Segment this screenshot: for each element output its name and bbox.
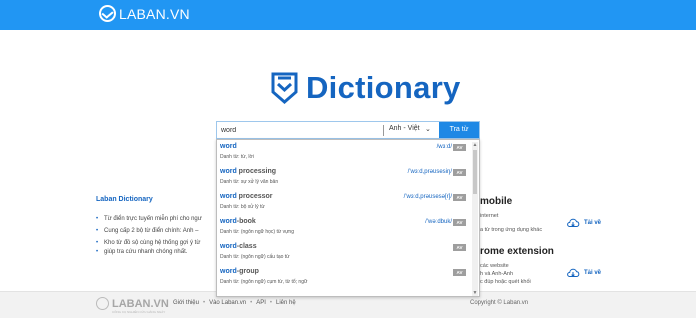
suggestion-word-match: word xyxy=(220,268,237,275)
suggestion-word-rest: -book xyxy=(236,218,256,225)
suggestion-item[interactable]: word processor Danh từ: bộ xử lý từ /'wɜːd… xyxy=(217,190,479,215)
copyright: Copyright © Laban.vn xyxy=(470,300,529,306)
suggestion-word: word xyxy=(220,143,237,150)
suggestion-word: word-group xyxy=(220,268,259,275)
suggestion-word-rest: processing xyxy=(236,168,277,175)
mobile-desc: internet xyxy=(480,213,499,219)
suggestion-phonetic: /'wɜːd,prəʊsesə[r]/ xyxy=(403,194,452,200)
chrome-desc-2: h và Anh-Anh xyxy=(480,271,514,277)
mobile-download-label: Tải về xyxy=(584,220,602,226)
cloud-download-icon xyxy=(567,218,580,227)
footer-logo-icon xyxy=(96,297,109,310)
divider xyxy=(383,125,384,136)
laban-logo[interactable]: LABAN.VN xyxy=(99,5,190,22)
mobile-desc-2: a từ trong ứng dụng khác xyxy=(480,227,543,233)
scroll-up-icon[interactable]: ▲ xyxy=(472,142,478,148)
top-bar: LABAN.VN xyxy=(0,0,696,30)
page-title: Dictionary xyxy=(306,70,461,105)
suggestion-meaning: Danh từ: bộ xử lý từ xyxy=(220,204,265,210)
scroll-thumb[interactable] xyxy=(473,150,477,194)
language-select[interactable]: Anh - Việt xyxy=(389,125,420,132)
suggestion-word-rest: -class xyxy=(236,243,257,250)
chevron-down-icon[interactable]: ⌄ xyxy=(425,125,431,133)
about-section: Laban Dictionary Từ điển trực tuyến miễn… xyxy=(96,196,226,260)
about-title: Laban Dictionary xyxy=(96,196,153,203)
footer-logo-text: LABAN.VN xyxy=(112,297,169,310)
suggestion-meaning: Danh từ: sự xử lý văn bản xyxy=(220,179,279,185)
about-bullet: Từ điển trực tuyến miễn phí cho ngư xyxy=(96,215,226,224)
suggestion-item[interactable]: word processing Danh từ: sự xử lý văn bản… xyxy=(217,165,479,190)
dictionary-badge: AV xyxy=(453,269,466,276)
suggestion-item[interactable]: word-group Danh từ: (ngôn ngữ) cụm từ, từ… xyxy=(217,265,479,290)
lookup-button[interactable]: Tra từ xyxy=(439,122,479,138)
suggestion-phonetic: /'wəːdbuk/ xyxy=(425,219,452,225)
about-bullet: Kho từ đồ sộ cùng hệ thống gợi ý từ xyxy=(96,239,226,248)
dictionary-badge: AV xyxy=(453,219,466,226)
chrome-desc-3: c đúp hoặc quét khối xyxy=(480,279,531,285)
search-input[interactable] xyxy=(221,123,381,137)
cloud-download-icon xyxy=(567,268,580,277)
dropdown-scrollbar[interactable]: ▲ ▼ xyxy=(472,142,478,296)
footer-link-contact[interactable]: Liên hệ xyxy=(276,300,296,306)
chrome-desc-1: các website xyxy=(480,263,509,269)
shield-icon xyxy=(271,72,298,104)
suggestion-dropdown: word Danh từ: từ, lời/wɜːd/AV word process… xyxy=(216,139,480,297)
suggestion-word-rest: -group xyxy=(236,268,259,275)
dictionary-badge: AV xyxy=(453,169,466,176)
footer-logo[interactable]: LABAN.VN CÔNG CỤ NGHIÊN CỨU HẰNG NGÀY xyxy=(96,297,169,314)
suggestion-word: word processing xyxy=(220,168,276,175)
suggestion-item[interactable]: word Danh từ: từ, lời/wɜːd/AV xyxy=(217,140,479,165)
suggestion-phonetic: /wɜːd/ xyxy=(436,144,452,150)
dictionary-badge: AV xyxy=(453,244,466,251)
chrome-download-label: Tải về xyxy=(584,270,602,276)
suggestion-word-rest: processor xyxy=(236,193,273,200)
suggestion-word: word-book xyxy=(220,218,256,225)
logo-check-icon xyxy=(99,5,116,22)
mobile-download-link[interactable]: Tải về xyxy=(566,218,601,228)
suggestion-word-match: word xyxy=(220,193,237,200)
suggestion-meaning: Danh từ: từ, lời xyxy=(220,154,254,160)
footer-link-api[interactable]: API xyxy=(256,300,266,306)
search-bar: Anh - Việt ⌄ Tra từ xyxy=(216,121,480,139)
scroll-down-icon[interactable]: ▼ xyxy=(472,290,478,296)
logo-text: LABAN.VN xyxy=(119,5,190,22)
about-bullet: Cung cấp 2 bộ từ điển chính: Anh – xyxy=(96,227,226,236)
footer-links: Giới thiệu • Vào Laban.vn • API • Liên hệ xyxy=(173,300,296,306)
suggestion-word-match: word xyxy=(220,218,237,225)
suggestion-meaning: Danh từ: (ngôn ngữ) cấu tạo từ xyxy=(220,254,290,260)
suggestion-meaning: Danh từ: (ngôn ngữ) cụm từ, từ tổ; ngữ xyxy=(220,279,308,285)
suggestion-word-match: word xyxy=(220,143,237,150)
footer-logo-tagline: CÔNG CỤ NGHIÊN CỨU HẰNG NGÀY xyxy=(112,310,166,314)
suggestion-meaning: Danh từ: (ngôn ngữ học) từ vựng xyxy=(220,229,294,235)
footer-link-laban[interactable]: Vào Laban.vn xyxy=(209,300,246,306)
footer-link-about[interactable]: Giới thiệu xyxy=(173,300,199,306)
suggestion-item[interactable]: word-book Danh từ: (ngôn ngữ học) từ vựng… xyxy=(217,215,479,240)
about-bullet-cont: giúp tra cứu nhanh chóng nhất. xyxy=(96,248,226,257)
dictionary-brand: Dictionary xyxy=(271,70,461,106)
suggestion-word: word processor xyxy=(220,193,273,200)
suggestion-word: word-class xyxy=(220,243,257,250)
dictionary-badge: AV xyxy=(453,144,466,151)
dictionary-badge: AV xyxy=(453,194,466,201)
mobile-title: mobile xyxy=(480,196,513,207)
suggestion-phonetic: /'wɜːd,prəʊsesiŋ/ xyxy=(407,169,452,175)
suggestion-word-match: word xyxy=(220,168,237,175)
chrome-download-link[interactable]: Tải về xyxy=(566,268,601,278)
suggestion-word-match: word xyxy=(220,243,237,250)
suggestion-item[interactable]: word-class Danh từ: (ngôn ngữ) cấu tạo từ… xyxy=(217,240,479,265)
chrome-title: rome extension xyxy=(480,246,554,257)
